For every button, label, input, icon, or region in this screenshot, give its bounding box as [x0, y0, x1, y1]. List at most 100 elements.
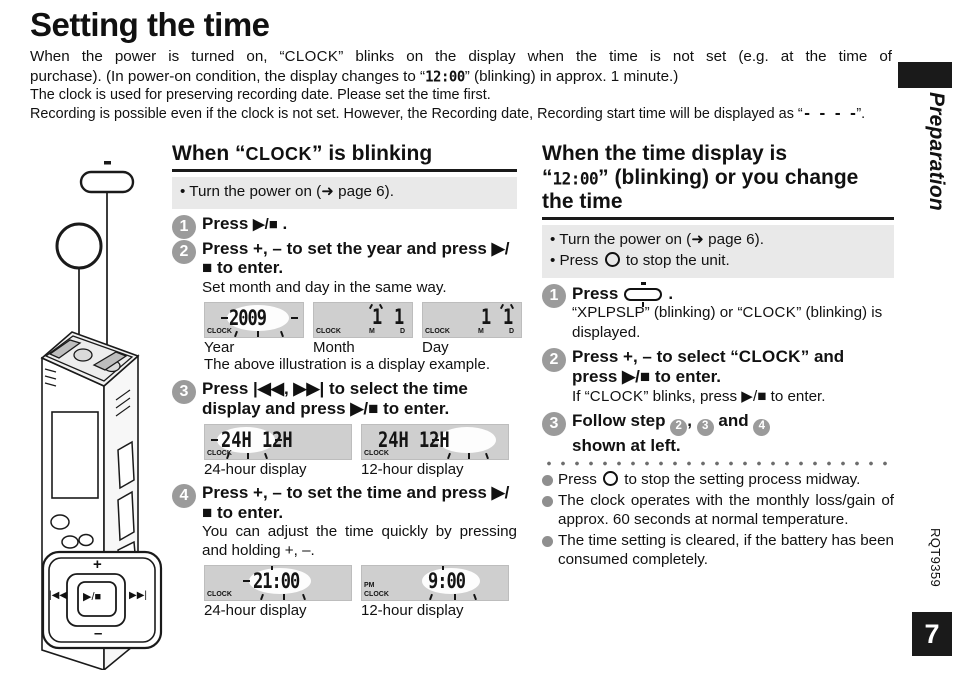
lcd-caption-day: Day — [422, 339, 449, 357]
lcd-m-label: M — [369, 328, 375, 336]
menu-button-callout-icon — [79, 170, 135, 194]
lcd-screen-12h: 24H 12H CLOCK — [361, 423, 509, 460]
lcd-year-value: 2009 — [229, 306, 267, 332]
right-note-band: Turn the power on (➜ page 6). • Press to… — [542, 224, 894, 278]
lcd-pm-label: PM — [364, 582, 375, 590]
lcd-screen-time-24h: 21:00 CLOCK — [204, 565, 352, 602]
left-step-3-title: Press |◀◀, ▶▶| to select the time displa… — [202, 379, 468, 419]
right-bullet-1-b: to stop the setting process midway. — [620, 471, 861, 489]
lcd-screen-24h: 24H 12H CLOCK — [204, 423, 352, 460]
page-title: Setting the time — [30, 6, 270, 43]
right-step-2-a: Press +, – to select “ — [572, 347, 739, 367]
lcd-figure-12h: 24H 12H CLOCK 12-hour display — [361, 423, 509, 478]
dotted-separator — [542, 461, 894, 467]
step-ref-4: 4 — [753, 418, 771, 436]
right-step-2-sub-b: ” blinks, press ▶/■ to enter. — [643, 387, 826, 405]
lcd-ray — [221, 317, 228, 320]
right-note-item-2: • Press to stop the unit. — [550, 251, 730, 269]
lcd-caption-12h: 12-hour display — [361, 460, 464, 478]
clock-word: CLOCK — [589, 387, 644, 405]
lcd-ray — [260, 594, 264, 601]
lcd-ray — [211, 438, 218, 441]
right-step-1-text: Press — [572, 283, 619, 303]
device-illustration: + – |◀◀ ▶▶| ▶/■ — [26, 150, 176, 672]
right-heading-line-3: the time — [542, 189, 623, 213]
intro-paragraph-2: purchase). (In power-on condition, the d… — [30, 67, 892, 87]
lcd-ray — [442, 566, 444, 571]
left-step-1-text-a: Press — [202, 213, 254, 233]
right-step-1-sub-a: “XPLPSLP” (blinking) or “ — [572, 304, 743, 322]
right-step-2-number: 2 — [542, 348, 566, 373]
right-note-2b: to stop the unit. — [621, 251, 730, 269]
lcd-ray — [302, 594, 306, 601]
masthead: Setting the time When the power is turne… — [30, 6, 892, 123]
lcd-month-value-dim: 1 — [481, 305, 491, 331]
lcd-ray — [291, 317, 298, 320]
dpad-rew-label: |◀◀ — [49, 590, 67, 601]
menu-button-dash-icon — [104, 161, 111, 165]
date-lcd-figure-row: 2009 CLOCK Year 1 1 CLOCK M D Month 1 1 … — [204, 302, 522, 357]
right-note-bullet-1: Press to stop the setting process midway… — [542, 470, 894, 489]
left-step-4-number: 4 — [172, 484, 196, 508]
step-ref-sep: , — [687, 411, 697, 431]
recorder-button-b — [78, 533, 94, 547]
lcd-day-value-dim: 1 — [394, 305, 404, 331]
left-step-2-title: Press +, – to set the year and press ▶/■… — [202, 238, 510, 278]
lcd-screen-day: 1 1 CLOCK M D — [422, 302, 522, 339]
left-step-4: 4 Press +, – to set the time and press ▶… — [172, 483, 517, 560]
right-step-1-title: Press. — [572, 281, 894, 307]
lcd-time-12h-value: 9:00 — [428, 569, 466, 595]
lcd-clock-label: CLOCK — [316, 328, 341, 336]
intro-text-e: Recording is possible even if the clock … — [30, 105, 803, 122]
left-step-3-number: 3 — [172, 380, 196, 405]
right-step-2-sub-a: If “ — [572, 387, 590, 405]
right-step-3-number: 3 — [542, 412, 566, 437]
page-number: 7 — [912, 612, 952, 656]
time-lcd-figure-row: 21:00 CLOCK 24-hour display 9:00 PM CLOC… — [204, 565, 517, 619]
lcd-figure-24h: 24H 12H CLOCK 24-hour display — [204, 423, 352, 478]
recorder-button-c — [61, 535, 79, 549]
right-heading-line-1: When the time display is — [542, 142, 788, 165]
dpad-play-label: ▶/■ — [83, 591, 102, 603]
left-step-2-sub: Set month and day in the same way. — [202, 279, 447, 297]
right-section-heading: When the time display is “12:00” (blinki… — [542, 142, 894, 214]
left-step-1-title: Press ▶/■ . — [202, 214, 517, 234]
lcd-ray — [447, 452, 451, 459]
right-step-1-number: 1 — [542, 283, 566, 308]
left-column: When “CLOCK” is blinking • Turn the powe… — [172, 142, 522, 620]
right-step-2-sub: If “CLOCK” blinks, press ▶/■ to enter. — [572, 387, 894, 407]
lcd-1200-inline: 12:00 — [425, 68, 465, 86]
lcd-month-value: 1 — [372, 305, 382, 331]
clock-word: CLOCK — [742, 304, 797, 322]
lcd-caption-month: Month — [313, 339, 355, 357]
lcd-ray — [234, 330, 238, 338]
right-step-2-title: Press +, – to select “CLOCK” and press ▶… — [572, 347, 894, 386]
left-step-1-text-b: . — [277, 213, 288, 233]
dpad-minus-label: – — [94, 625, 103, 642]
intro-text: When the power is turned on, “CLOCK” bli… — [30, 47, 892, 123]
section-tab-marker — [898, 62, 952, 88]
right-step-3-b: shown at left. — [572, 435, 681, 455]
lcd-ray — [275, 438, 282, 441]
intro-text-a: When the power is turned on, “ — [30, 47, 285, 65]
lcd-ray — [432, 438, 439, 441]
lcd-ray — [473, 594, 477, 601]
lcd-d-label: D — [400, 328, 406, 336]
lcd-caption-year: Year — [204, 339, 235, 357]
right-note-bullet-2: The clock operates with the monthly loss… — [542, 491, 894, 530]
intro-text-d: ” (blinking) in approx. 1 minute.) — [464, 67, 679, 85]
play-stop-icon: ▶/■ — [253, 215, 278, 233]
lcd-ray — [485, 452, 489, 459]
right-step-1: 1 Press. “XPLPSLP” (blinking) or “CLOCK”… — [542, 281, 894, 342]
lcd-clock-label: CLOCK — [207, 449, 232, 457]
manual-page: Setting the time When the power is turne… — [0, 0, 954, 677]
dpad-plus-label: + — [93, 556, 102, 573]
right-heading-line-2: “12:00” (blinking) or you change — [542, 166, 894, 190]
lcd-figure-month: 1 1 CLOCK M D Month — [313, 302, 413, 356]
lcd-clock-label: CLOCK — [364, 449, 389, 457]
lcd-figure-day: 1 1 CLOCK M D Day — [422, 302, 522, 356]
intro-text-c: purchase). (In power-on condition, the d… — [30, 67, 426, 85]
left-step-2: 2 Press +, – to set the year and press ▶… — [172, 239, 517, 297]
right-note-bullet-3: The time setting is cleared, if the batt… — [542, 531, 894, 570]
left-heading-clock: CLOCK — [245, 144, 312, 164]
